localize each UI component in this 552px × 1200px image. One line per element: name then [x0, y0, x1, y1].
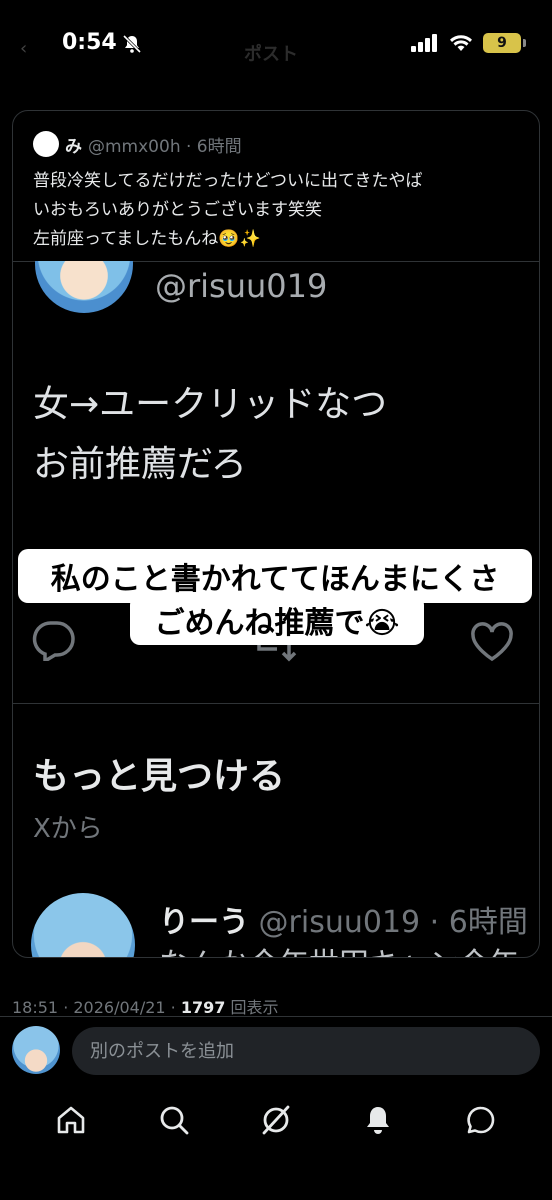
notifications-icon: [367, 1107, 390, 1134]
battery-indicator: 9: [483, 33, 521, 53]
nav-home[interactable]: [47, 1096, 95, 1144]
my-avatar[interactable]: [12, 1026, 60, 1074]
divider: [13, 703, 539, 704]
embedded-post-header: りーう @risuu019 · 6時間: [159, 897, 528, 941]
embedded-handle: @risuu019: [155, 267, 328, 305]
status-time: 0:54: [62, 30, 117, 55]
status-indicators: 9: [411, 33, 526, 53]
post-timestamp: 18:51 · 2026/04/21 ·: [12, 998, 181, 1017]
like-icon: [471, 622, 513, 662]
nav-messages[interactable]: [457, 1096, 505, 1144]
home-icon: [57, 1106, 85, 1134]
post-metadata: 18:51 · 2026/04/21 · 1797 回表示: [12, 994, 278, 1018]
messages-icon: [467, 1106, 495, 1134]
quote-text: 普段冷笑してるだけだったけどついに出てきたやば いおもろいありがとうございます笑…: [33, 171, 423, 249]
view-label: 回表示: [225, 998, 279, 1017]
reply-input[interactable]: [72, 1027, 540, 1075]
embedded-avatar: [35, 261, 133, 315]
embedded-post-cutoff-text: なんか今年世田キャン今年: [159, 939, 519, 957]
embedded-post-avatar: [31, 893, 135, 957]
view-count: 1797: [180, 998, 226, 1017]
quote-card[interactable]: み @mmx00h · 6時間 普段冷笑してるだけだったけどついに出てきたやば …: [12, 110, 540, 958]
quote-header: み @mmx00h · 6時間: [33, 131, 242, 157]
back-arrow-icon[interactable]: ‹: [20, 38, 27, 59]
nav-grok[interactable]: [252, 1096, 300, 1144]
bottom-nav: [0, 1090, 552, 1150]
header-title-faded: ポスト: [244, 44, 298, 65]
quote-author-handle: @mmx00h · 6時間: [88, 136, 242, 157]
reply-icon: [32, 621, 75, 661]
discover-more-subtitle: Xから: [33, 814, 103, 844]
silent-mode-icon: [122, 34, 142, 54]
search-icon: [160, 1106, 188, 1135]
caption-line-2: ごめんね推薦で😭: [130, 595, 424, 645]
cellular-signal-icon: [411, 34, 437, 52]
battery-cap: [523, 39, 526, 47]
embedded-post-text: 女→ユークリッドなつ お前推薦だろ: [33, 384, 388, 485]
quote-author-name: み: [65, 136, 82, 157]
grok-icon: [262, 1105, 290, 1135]
embedded-post-handle: @risuu019 · 6時間: [249, 905, 528, 940]
divider: [0, 1016, 552, 1017]
quote-avatar[interactable]: [33, 131, 59, 157]
nav-search[interactable]: [150, 1096, 198, 1144]
embedded-post-name: りーう: [159, 905, 249, 940]
discover-more-title: もっと見つける: [33, 756, 286, 797]
wifi-icon: [450, 35, 472, 51]
nav-notifications[interactable]: [354, 1096, 402, 1144]
